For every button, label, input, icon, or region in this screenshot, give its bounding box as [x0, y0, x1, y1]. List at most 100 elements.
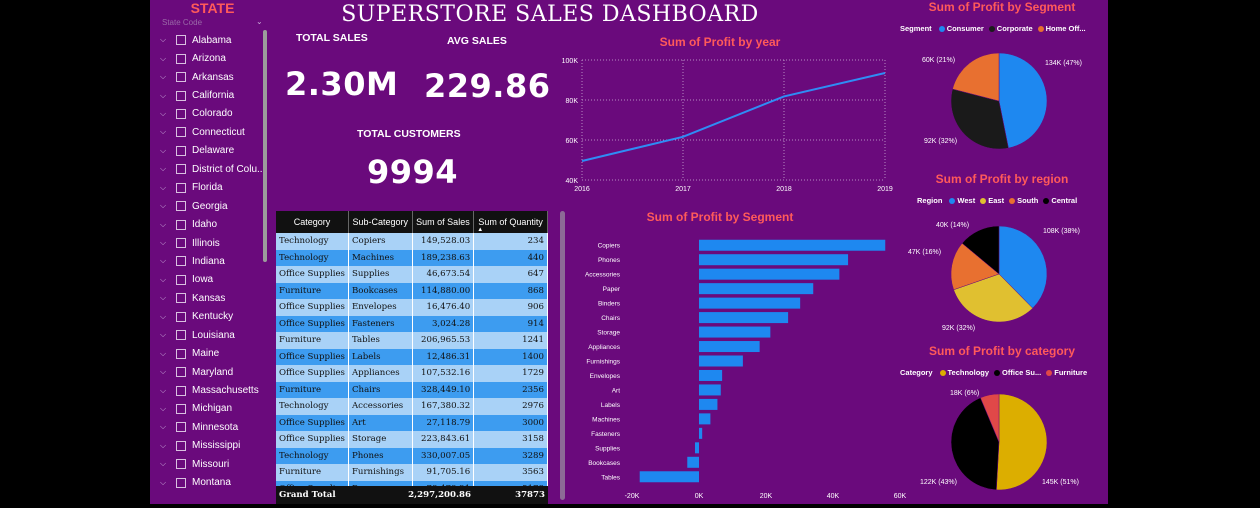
- checkbox[interactable]: [176, 127, 186, 138]
- legend-item[interactable]: West: [957, 196, 975, 205]
- state-option[interactable]: ⌵ Kansas: [160, 289, 270, 307]
- table-row[interactable]: Office Supplies Fasteners 3,024.28 914: [276, 315, 548, 332]
- table-header-sum-quantity[interactable]: Sum of Quantity ▲: [473, 211, 548, 233]
- chevron-down-icon[interactable]: ⌵: [160, 35, 172, 45]
- chevron-down-icon[interactable]: ⌵: [160, 386, 172, 396]
- bar[interactable]: [699, 283, 814, 295]
- checkbox[interactable]: [176, 422, 186, 433]
- state-option[interactable]: ⌵ Missouri: [160, 455, 270, 473]
- checkbox[interactable]: [176, 367, 186, 378]
- bar[interactable]: [639, 471, 699, 483]
- chevron-down-icon[interactable]: ⌵: [160, 54, 172, 64]
- legend-item[interactable]: Home Off...: [1046, 24, 1086, 33]
- state-option[interactable]: ⌵ Georgia: [160, 197, 270, 215]
- legend-item[interactable]: Office Su...: [1002, 368, 1041, 377]
- checkbox[interactable]: [176, 274, 186, 285]
- legend-item[interactable]: Technology: [948, 368, 990, 377]
- state-option[interactable]: ⌵ District of Colu...: [160, 160, 270, 178]
- table-header-category[interactable]: Category: [276, 211, 349, 233]
- bar[interactable]: [699, 254, 849, 266]
- bar[interactable]: [699, 369, 723, 381]
- legend-item[interactable]: Central: [1051, 196, 1077, 205]
- chevron-down-icon[interactable]: ⌵: [160, 459, 172, 469]
- table-header-sum-sales[interactable]: Sum of Sales: [412, 211, 475, 233]
- chevron-down-icon[interactable]: ⌵: [160, 109, 172, 119]
- bar[interactable]: [699, 413, 711, 425]
- chevron-down-icon[interactable]: ⌵: [160, 330, 172, 340]
- table-row[interactable]: Furniture Bookcases 114,880.00 868: [276, 282, 548, 299]
- slicer-scrollbar[interactable]: [263, 30, 267, 262]
- legend-item[interactable]: East: [988, 196, 1004, 205]
- checkbox[interactable]: [176, 311, 186, 322]
- chevron-down-icon[interactable]: ⌵: [160, 164, 172, 174]
- bar[interactable]: [699, 384, 721, 396]
- chevron-down-icon[interactable]: ⌵: [160, 183, 172, 193]
- checkbox[interactable]: [176, 219, 186, 230]
- state-option[interactable]: ⌵ Indiana: [160, 252, 270, 270]
- checkbox[interactable]: [176, 182, 186, 193]
- table-row[interactable]: Technology Copiers 149,528.03 234: [276, 233, 548, 250]
- table-row[interactable]: Office Supplies Labels 12,486.31 1400: [276, 348, 548, 365]
- chevron-down-icon[interactable]: ⌵: [160, 127, 172, 137]
- state-option[interactable]: ⌵ Louisiana: [160, 326, 270, 344]
- state-option[interactable]: ⌵ Arizona: [160, 49, 270, 67]
- checkbox[interactable]: [176, 145, 186, 156]
- state-option[interactable]: ⌵ Maryland: [160, 363, 270, 381]
- chevron-down-icon[interactable]: ⌵: [160, 275, 172, 285]
- state-option[interactable]: ⌵ Michigan: [160, 400, 270, 418]
- checkbox[interactable]: [176, 238, 186, 249]
- chevron-down-icon[interactable]: ⌵: [160, 312, 172, 322]
- chevron-down-icon[interactable]: ⌵: [160, 91, 172, 101]
- state-option[interactable]: ⌵ Florida: [160, 179, 270, 197]
- state-option[interactable]: ⌵ California: [160, 86, 270, 104]
- checkbox[interactable]: [176, 348, 186, 359]
- chevron-down-icon[interactable]: ⌵: [160, 256, 172, 266]
- checkbox[interactable]: [176, 385, 186, 396]
- bar[interactable]: [699, 312, 789, 324]
- table-row[interactable]: Technology Machines 189,238.63 440: [276, 249, 548, 266]
- table-row[interactable]: Office Supplies Appliances 107,532.16 1729: [276, 365, 548, 382]
- legend-item[interactable]: South: [1017, 196, 1038, 205]
- state-option[interactable]: ⌵ Maine: [160, 344, 270, 362]
- table-row[interactable]: Furniture Tables 206,965.53 1241: [276, 332, 548, 349]
- bar[interactable]: [699, 341, 760, 353]
- pie-slice[interactable]: [998, 52, 1048, 149]
- legend-item[interactable]: Furniture: [1054, 368, 1087, 377]
- checkbox[interactable]: [176, 440, 186, 451]
- state-option[interactable]: ⌵ Montana: [160, 474, 270, 492]
- checkbox[interactable]: [176, 90, 186, 101]
- table-row[interactable]: Office Supplies Storage 223,843.61 3158: [276, 431, 548, 448]
- legend-item[interactable]: Corporate: [997, 24, 1033, 33]
- legend-item[interactable]: Consumer: [947, 24, 984, 33]
- bar[interactable]: [699, 239, 886, 251]
- state-option[interactable]: ⌵ Alabama: [160, 31, 270, 49]
- pie-slice[interactable]: [996, 393, 1048, 491]
- state-option[interactable]: ⌵ Iowa: [160, 271, 270, 289]
- checkbox[interactable]: [176, 293, 186, 304]
- checkbox[interactable]: [176, 403, 186, 414]
- state-option[interactable]: ⌵ Massachusetts: [160, 381, 270, 399]
- checkbox[interactable]: [176, 256, 186, 267]
- bar[interactable]: [699, 297, 801, 309]
- chevron-down-icon[interactable]: ⌵: [160, 72, 172, 82]
- checkbox[interactable]: [176, 35, 186, 46]
- state-option[interactable]: ⌵ Idaho: [160, 215, 270, 233]
- bar[interactable]: [687, 456, 699, 468]
- table-scrollbar[interactable]: [560, 211, 565, 500]
- chevron-down-icon[interactable]: ⌵: [160, 293, 172, 303]
- state-option[interactable]: ⌵ Arkansas: [160, 68, 270, 86]
- state-option[interactable]: ⌵ Connecticut: [160, 123, 270, 141]
- state-option[interactable]: ⌵ Kentucky: [160, 308, 270, 326]
- table-row[interactable]: Office Supplies Envelopes 16,476.40 906: [276, 299, 548, 316]
- chevron-down-icon[interactable]: ⌵: [160, 146, 172, 156]
- table-row[interactable]: Technology Accessories 167,380.32 2976: [276, 398, 548, 415]
- state-option[interactable]: ⌵ Illinois: [160, 234, 270, 252]
- bar[interactable]: [699, 398, 718, 410]
- chevron-down-icon[interactable]: ⌵: [160, 367, 172, 377]
- checkbox[interactable]: [176, 53, 186, 64]
- profit-line-series[interactable]: [581, 72, 886, 162]
- checkbox[interactable]: [176, 164, 186, 175]
- table-row[interactable]: Furniture Chairs 328,449.10 2356: [276, 381, 548, 398]
- chevron-down-icon[interactable]: ⌵: [160, 478, 172, 488]
- table-header-subcategory[interactable]: Sub-Category: [348, 211, 413, 233]
